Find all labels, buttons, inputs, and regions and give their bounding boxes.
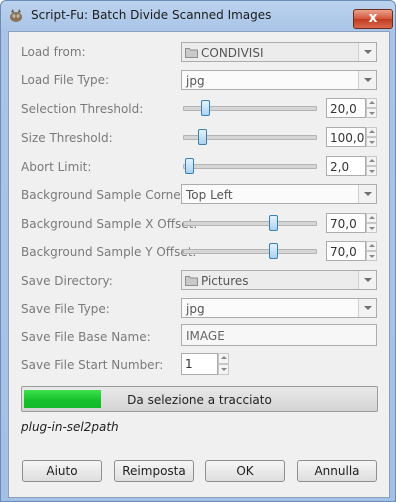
ok-button[interactable]: OK (205, 460, 285, 482)
save-file-base-name-label: Save File Base Name: (21, 330, 151, 344)
x-offset-value: 70,0 (330, 217, 357, 231)
load-file-type-label: Load File Type: (21, 73, 110, 87)
spin-down-icon[interactable] (366, 137, 377, 147)
save-directory-label: Save Directory: (21, 274, 113, 288)
cancel-button[interactable]: Annulla (297, 460, 377, 482)
y-offset-stepper[interactable] (366, 241, 377, 261)
selection-threshold-handle[interactable] (201, 100, 211, 116)
spin-down-icon[interactable] (218, 364, 229, 375)
save-file-type-label: Save File Type: (21, 302, 110, 316)
save-directory-combo[interactable]: Pictures (181, 270, 377, 290)
folder-icon (185, 48, 198, 58)
x-offset-slider[interactable] (183, 221, 317, 226)
size-threshold-label: Size Threshold: (21, 131, 113, 145)
gimp-app-icon (10, 9, 22, 22)
x-offset-label: Background Sample X Offset: (21, 217, 198, 231)
spin-down-icon[interactable] (366, 166, 377, 176)
selection-threshold-stepper[interactable] (366, 98, 377, 118)
y-offset-field[interactable]: 70,0 (326, 241, 366, 261)
ok-button-label: OK (236, 464, 254, 478)
load-from-label: Load from: (21, 45, 86, 59)
chevron-down-icon[interactable] (358, 299, 376, 317)
abort-limit-field[interactable]: 2,0 (326, 156, 366, 176)
abort-limit-value: 2,0 (330, 160, 350, 174)
procedure-name: plug-in-sel2path (21, 420, 119, 434)
window-title: Script-Fu: Batch Divide Scanned Images (31, 8, 272, 22)
background-sample-corner-combo[interactable]: Top Left (181, 184, 377, 204)
background-sample-corner-label: Background Sample Corner: (21, 188, 190, 202)
cancel-button-label: Annulla (314, 464, 360, 478)
load-file-type-combo[interactable]: jpg (181, 70, 377, 90)
size-threshold-field[interactable]: 100,0 (326, 127, 366, 147)
selection-threshold-field[interactable]: 20,0 (326, 98, 366, 118)
reset-button[interactable]: Reimposta (114, 460, 194, 482)
abort-limit-slider[interactable] (183, 164, 317, 169)
y-offset-value: 70,0 (330, 245, 357, 259)
save-file-base-name-value: IMAGE (186, 329, 225, 343)
spin-up-icon[interactable] (366, 156, 377, 166)
save-directory-value: Pictures (201, 274, 249, 288)
spin-up-icon[interactable] (218, 353, 229, 364)
chevron-down-icon[interactable] (358, 185, 376, 203)
save-file-type-value: jpg (186, 302, 205, 316)
spin-up-icon[interactable] (366, 127, 377, 137)
load-from-value: CONDIVISI (201, 46, 264, 60)
help-button-label: Aiuto (46, 464, 78, 478)
size-threshold-stepper[interactable] (366, 127, 377, 147)
x-offset-stepper[interactable] (366, 213, 377, 233)
y-offset-label: Background Sample Y Offset: (21, 245, 197, 259)
save-file-start-number-value: 1 (185, 357, 193, 371)
selection-threshold-value: 20,0 (330, 102, 357, 116)
chevron-down-icon[interactable] (358, 271, 376, 289)
y-offset-handle[interactable] (269, 243, 279, 259)
chevron-down-icon[interactable] (358, 43, 376, 61)
dialog-body: Load from: CONDIVISI Load File Type: jpg… (8, 31, 390, 498)
spin-up-icon[interactable] (366, 241, 377, 251)
help-button[interactable]: Aiuto (22, 460, 102, 482)
save-file-type-combo[interactable]: jpg (181, 298, 377, 318)
selection-threshold-label: Selection Threshold: (21, 102, 144, 116)
close-button[interactable]: x (353, 9, 393, 29)
x-offset-handle[interactable] (269, 215, 279, 231)
spin-down-icon[interactable] (366, 223, 377, 233)
x-offset-field[interactable]: 70,0 (326, 213, 366, 233)
size-threshold-value: 100,0 (330, 131, 365, 145)
reset-button-label: Reimposta (122, 464, 186, 478)
size-threshold-handle[interactable] (197, 129, 207, 145)
spin-up-icon[interactable] (366, 213, 377, 223)
abort-limit-label: Abort Limit: (21, 160, 92, 174)
chevron-down-icon[interactable] (358, 71, 376, 89)
abort-limit-handle[interactable] (185, 158, 195, 174)
abort-limit-stepper[interactable] (366, 156, 377, 176)
save-file-start-number-label: Save File Start Number: (21, 358, 164, 372)
close-icon: x (368, 10, 378, 26)
progress-text: Da selezione a tracciato (127, 393, 272, 407)
dialog-window: Script-Fu: Batch Divide Scanned Images x… (0, 0, 396, 502)
save-file-start-number-field[interactable]: 1 (181, 353, 218, 375)
title-bar[interactable]: Script-Fu: Batch Divide Scanned Images x (1, 1, 395, 29)
folder-icon (185, 276, 198, 286)
y-offset-slider[interactable] (183, 249, 317, 254)
background-sample-corner-value: Top Left (186, 188, 233, 202)
spin-down-icon[interactable] (366, 251, 377, 261)
load-file-type-value: jpg (186, 74, 205, 88)
spin-up-icon[interactable] (366, 98, 377, 108)
progress-bar: Da selezione a tracciato (21, 386, 378, 412)
save-file-start-number-stepper[interactable] (218, 353, 229, 375)
spin-down-icon[interactable] (366, 108, 377, 118)
load-from-combo[interactable]: CONDIVISI (181, 42, 377, 62)
save-file-base-name-input[interactable]: IMAGE (181, 324, 377, 346)
